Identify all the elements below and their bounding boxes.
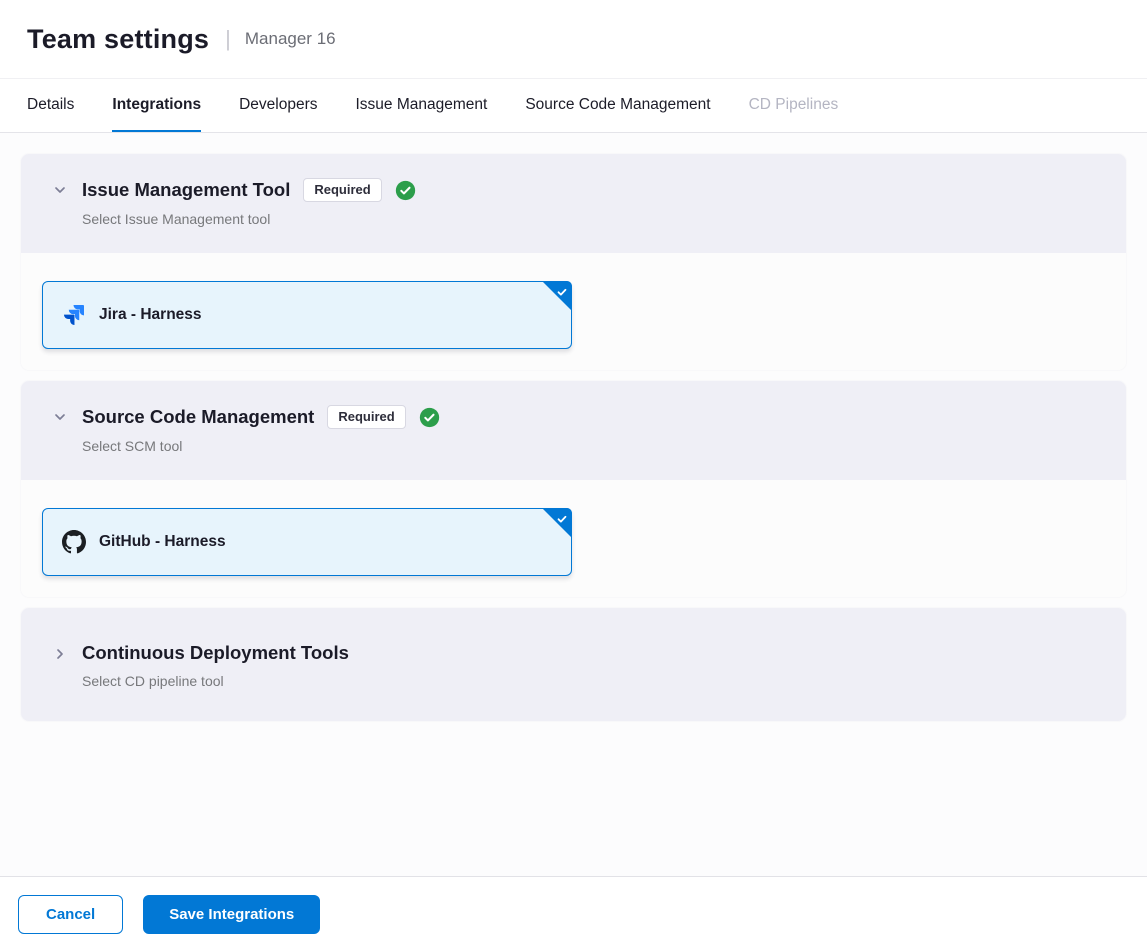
section-subtitle: Select CD pipeline tool xyxy=(82,673,349,689)
team-settings-page: Team settings | Manager 16 Details Integ… xyxy=(0,0,1147,952)
section-issue-management-body: Jira - Harness xyxy=(21,253,1126,370)
required-badge: Required xyxy=(327,405,405,429)
required-badge: Required xyxy=(303,178,381,202)
jira-icon xyxy=(62,303,86,327)
selected-check-icon xyxy=(556,285,568,303)
section-title: Issue Management Tool xyxy=(82,179,290,201)
selected-check-icon xyxy=(556,512,568,530)
section-subtitle: Select SCM tool xyxy=(82,438,440,454)
section-title: Source Code Management xyxy=(82,406,314,428)
settings-tabbar: Details Integrations Developers Issue Ma… xyxy=(0,79,1147,133)
footer-action-bar: Cancel Save Integrations xyxy=(0,876,1147,952)
tool-card-github-harness[interactable]: GitHub - Harness xyxy=(42,508,572,576)
success-check-icon xyxy=(419,407,440,428)
page-header: Team settings | Manager 16 xyxy=(0,0,1147,79)
title-divider: | xyxy=(225,26,231,52)
chevron-down-icon xyxy=(52,409,68,428)
tab-details[interactable]: Details xyxy=(27,79,74,132)
section-title: Continuous Deployment Tools xyxy=(82,642,349,664)
tool-card-jira-harness[interactable]: Jira - Harness xyxy=(42,281,572,349)
team-name-label: Manager 16 xyxy=(245,29,336,49)
section-cd-header[interactable]: Continuous Deployment Tools Select CD pi… xyxy=(21,608,1126,721)
section-subtitle: Select Issue Management tool xyxy=(82,211,416,227)
tab-issue-management[interactable]: Issue Management xyxy=(356,79,488,132)
success-check-icon xyxy=(395,180,416,201)
chevron-down-icon xyxy=(52,182,68,201)
tab-developers[interactable]: Developers xyxy=(239,79,317,132)
section-scm-header[interactable]: Source Code Management Required Select S… xyxy=(21,381,1126,480)
page-title: Team settings xyxy=(27,24,209,55)
section-continuous-deployment-tools: Continuous Deployment Tools Select CD pi… xyxy=(21,608,1126,721)
save-integrations-button[interactable]: Save Integrations xyxy=(143,895,320,934)
collapse-section-button[interactable] xyxy=(50,407,70,429)
github-icon xyxy=(62,530,86,554)
tool-label: GitHub - Harness xyxy=(99,533,226,551)
tab-integrations[interactable]: Integrations xyxy=(112,79,201,132)
section-issue-management-tool: Issue Management Tool Required Select Is… xyxy=(21,154,1126,370)
section-source-code-management: Source Code Management Required Select S… xyxy=(21,381,1126,597)
section-issue-management-header[interactable]: Issue Management Tool Required Select Is… xyxy=(21,154,1126,253)
collapse-section-button[interactable] xyxy=(50,180,70,202)
expand-section-button[interactable] xyxy=(50,644,70,666)
chevron-right-icon xyxy=(52,646,68,665)
tab-cd-pipelines: CD Pipelines xyxy=(749,79,839,132)
tab-source-code-management[interactable]: Source Code Management xyxy=(525,79,710,132)
section-scm-body: GitHub - Harness xyxy=(21,480,1126,597)
cancel-button[interactable]: Cancel xyxy=(18,895,123,934)
integrations-content: Issue Management Tool Required Select Is… xyxy=(0,133,1147,876)
tool-label: Jira - Harness xyxy=(99,306,202,324)
